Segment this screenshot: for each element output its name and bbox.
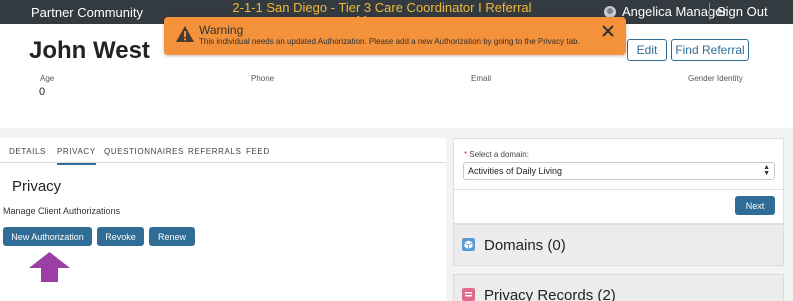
domain-select-value: Activities of Daily Living — [468, 166, 563, 176]
required-marker: * — [464, 150, 468, 159]
revoke-button[interactable]: Revoke — [97, 227, 144, 246]
tab-details[interactable]: DETAILS — [9, 147, 46, 156]
next-button[interactable]: Next — [735, 196, 775, 215]
domains-icon — [462, 238, 475, 251]
find-referral-button[interactable]: Find Referral — [671, 39, 749, 61]
manage-authorizations-label: Manage Client Authorizations — [3, 206, 121, 216]
domain-select[interactable]: Activities of Daily Living ▲ ▼ — [463, 162, 775, 180]
close-icon[interactable] — [601, 24, 615, 38]
sign-out-link[interactable]: Sign Out — [717, 4, 768, 19]
up-arrow-icon — [29, 252, 70, 282]
privacy-records-section-header[interactable]: Privacy Records (2) — [453, 274, 784, 301]
brand-name[interactable]: Partner Community — [31, 5, 143, 20]
phone-label: Phone — [251, 74, 275, 83]
email-label: Email — [471, 74, 492, 83]
domains-title: Domains (0) — [484, 237, 566, 254]
warning-toast: Warning This individual needs an updated… — [164, 17, 626, 55]
renew-button[interactable]: Renew — [149, 227, 195, 246]
client-name: John West — [29, 37, 150, 64]
edit-button[interactable]: Edit — [627, 39, 667, 61]
tab-questionnaires[interactable]: QUESTIONNAIRES — [104, 147, 184, 156]
domain-select-label: * Select a domain: — [464, 150, 529, 159]
card-divider — [454, 189, 783, 190]
toast-message: This individual needs an updated Authori… — [199, 37, 580, 46]
domain-select-card: * Select a domain: Activities of Daily L… — [453, 138, 784, 224]
tab-referrals[interactable]: REFERRALS — [188, 147, 241, 156]
select-caret-icon: ▲ ▼ — [763, 164, 770, 177]
age-label: Age — [40, 74, 55, 83]
topbar-divider — [709, 3, 710, 20]
domain-select-label-text: Select a domain: — [469, 150, 529, 159]
age-value: 0 — [39, 86, 46, 98]
client-detail-panel: DETAILS PRIVACY QUESTIONNAIRES REFERRALS… — [0, 138, 446, 301]
tab-feed[interactable]: FEED — [246, 147, 270, 156]
user-avatar-icon — [604, 5, 616, 18]
domains-section-header[interactable]: Domains (0) — [453, 224, 784, 266]
gender-identity-label: Gender Identity — [688, 74, 743, 83]
new-authorization-button[interactable]: New Authorization — [3, 227, 92, 246]
tab-bar: DETAILS PRIVACY QUESTIONNAIRES REFERRALS… — [0, 138, 446, 165]
tab-privacy[interactable]: PRIVACY — [57, 147, 96, 165]
toast-title: Warning — [199, 23, 244, 37]
privacy-records-title: Privacy Records (2) — [484, 287, 616, 301]
user-name: Angelica Manager — [622, 4, 727, 19]
warning-icon — [176, 26, 194, 42]
privacy-records-icon — [462, 288, 475, 301]
privacy-heading: Privacy — [12, 178, 62, 195]
